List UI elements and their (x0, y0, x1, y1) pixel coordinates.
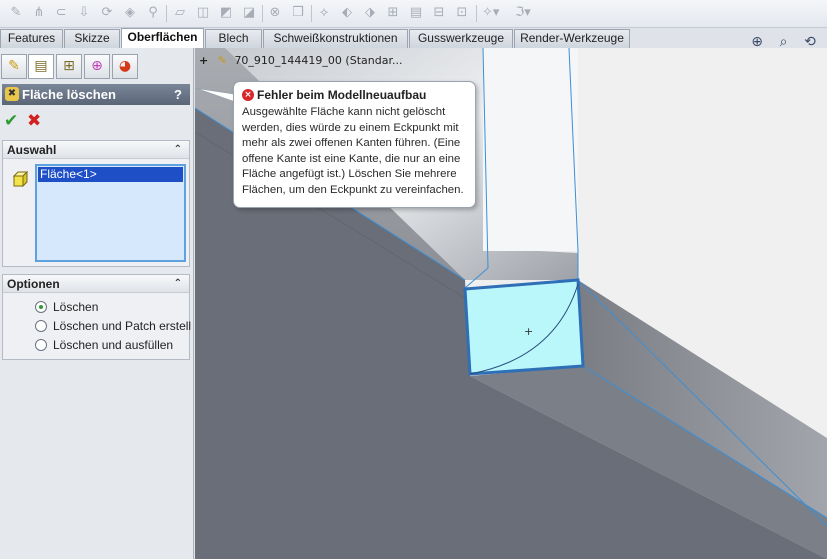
fill-icon[interactable]: ▤ (408, 5, 424, 21)
zoom-to-area-icon[interactable]: ⌕ (773, 34, 795, 50)
tab-oberflaechen[interactable]: Oberflächen (121, 28, 204, 48)
featuremanager-tab[interactable]: ✎ (1, 54, 27, 79)
collapse-icon[interactable]: ⌃ (174, 141, 182, 159)
tab-schweisskonstruktionen[interactable]: Schweißkonstruktionen (263, 29, 408, 48)
propertymanager-tab[interactable]: ▤ (28, 54, 54, 79)
error-line: Fläche angefügt ist.) Löschen Sie mehrer… (242, 168, 457, 181)
knit-icon[interactable]: ⚲ (145, 5, 161, 21)
help-button[interactable]: ? (174, 84, 182, 105)
options-group-title: Optionen (7, 277, 60, 291)
collapse-icon[interactable]: ⌃ (174, 275, 182, 293)
radio-label: Löschen und ausfüllen (53, 338, 174, 352)
revolve-icon[interactable]: ⟳ (99, 5, 115, 21)
surfaces-toolbar: ✎ ⋔ ⊂ ⇩ ⟳ ◈ ⚲ ▱ ◫ ◩ ◪ ⊗ ❒ ⟡ ⬖ ⬗ ⊞ ▤ ⊟ ⊡ … (0, 0, 827, 28)
radiate-icon[interactable]: ⊡ (454, 5, 470, 21)
mid-surface-icon[interactable]: ⊟ (431, 5, 447, 21)
delete-face-icon[interactable]: ❒ (290, 5, 306, 21)
dimxpert-icon: ⊕ (91, 58, 103, 74)
error-title: × Fehler beim Modellneuaufbau (242, 88, 467, 103)
radio-button[interactable] (35, 320, 47, 332)
radio-button[interactable] (35, 339, 47, 351)
display-manager-tab[interactable]: ◕ (112, 54, 138, 79)
replace-face-icon[interactable]: ⟡ (316, 5, 332, 21)
command-manager-tabs: Features Skizze Oberflächen Blech Schwei… (0, 28, 827, 48)
zoom-to-fit-icon[interactable]: ⊕ (746, 34, 768, 50)
extrude-icon[interactable]: ⇩ (76, 5, 92, 21)
thicken-icon[interactable]: ⊞ (385, 5, 401, 21)
options-group-header[interactable]: Optionen ⌃ (3, 275, 189, 293)
cancel-button[interactable]: ✖ (27, 112, 41, 130)
tab-gusswerkzeuge[interactable]: Gusswerkzeuge (409, 29, 513, 48)
face-selection-icon (12, 171, 28, 187)
list-item[interactable]: Fläche<1> (38, 167, 183, 182)
untrim-icon[interactable]: ⊗ (267, 5, 283, 21)
svg-text:+: + (524, 325, 533, 338)
error-tooltip: × Fehler beim Modellneuaufbau Ausgewählt… (233, 81, 476, 208)
tab-skizze[interactable]: Skizze (64, 29, 120, 48)
configurationmanager-tab[interactable]: ⊞ (56, 54, 82, 79)
featuremanager-icon: ✎ (8, 58, 20, 74)
move-face-icon[interactable]: ⬖ (339, 5, 355, 21)
selection-group-header[interactable]: Auswahl ⌃ (3, 141, 189, 159)
selection-group-title: Auswahl (7, 143, 57, 157)
ruled-surface-icon[interactable]: ◫ (195, 5, 211, 21)
tree-expand-icon[interactable]: + (199, 54, 208, 67)
property-manager-panel: ✎ ▤ ⊞ ⊕ ◕ ✖ Fläche löschen ? ✔ ✖ Auswahl… (0, 48, 194, 559)
model-tree-node[interactable]: + ✎ 70_910_144419_00 (Standar... (199, 54, 402, 67)
selection-group: Auswahl ⌃ Fläche<1> (2, 140, 190, 267)
error-title-text: Fehler beim Modellneuaufbau (257, 88, 427, 102)
delete-face-icon: ✖ (5, 87, 19, 101)
offset-surface-icon[interactable]: ▱ (172, 5, 188, 21)
options-group: Optionen ⌃ Löschen Löschen und Patch ers… (2, 274, 192, 360)
radio-label: Löschen (53, 300, 99, 314)
display-manager-icon: ◕ (118, 58, 132, 74)
loft-icon[interactable]: ⋔ (31, 5, 47, 21)
planar-surface-icon[interactable]: ◩ (218, 5, 234, 21)
part-name: 70_910_144419_00 (Standar... (234, 54, 403, 67)
radio-label: Löschen und Patch erstell (53, 319, 192, 333)
tooltip-pointer (195, 88, 235, 102)
extend-icon[interactable]: ⬗ (362, 5, 378, 21)
sweep-icon[interactable]: ⊂ (53, 5, 69, 21)
radio-button[interactable] (35, 301, 47, 313)
error-line: Ausgewählte Fläche kann nicht gelöscht (242, 106, 446, 118)
propertymanager-header: ✖ Fläche löschen ? (2, 84, 190, 105)
propertymanager-icon: ▤ (34, 58, 48, 74)
previous-view-icon[interactable]: ⟲ (799, 34, 821, 50)
dimxpert-tab[interactable]: ⊕ (84, 54, 110, 79)
reference-geometry-dropdown-icon[interactable]: ℑ▾ (515, 5, 531, 21)
ok-button[interactable]: ✔ (4, 112, 18, 130)
configurationmanager-icon: ⊞ (63, 58, 75, 74)
boundary-icon[interactable]: ◈ (122, 5, 138, 21)
error-line: mehr als zwei offenen Kanten führen. (Ei… (242, 137, 461, 150)
curves-dropdown-icon[interactable]: ✧▾ (482, 5, 499, 21)
trim-surface-icon[interactable]: ◪ (241, 5, 257, 21)
error-icon: × (242, 89, 254, 101)
tab-features[interactable]: Features (0, 29, 63, 48)
error-message: Ausgewählte Fläche kann nicht gelöscht w… (242, 105, 467, 199)
sketch-fillet-icon[interactable]: ✎ (8, 5, 24, 21)
view-tools: ⊕ ⌕ ⟲ (746, 34, 821, 50)
error-line: Flächen, um den Eckpunkt zu vereinfachen… (242, 183, 464, 196)
manager-tabs: ✎ ▤ ⊞ ⊕ ◕ (0, 54, 194, 80)
selected-faces-list[interactable]: Fläche<1> (35, 164, 186, 262)
error-line: werden, dies würde zu einem Eckpunkt mit (242, 121, 459, 134)
error-line: offene Kante ist eine Kante, die nur an … (242, 152, 461, 165)
tab-render-werkzeuge[interactable]: Render-Werkzeuge (514, 29, 630, 48)
tab-blech[interactable]: Blech (205, 29, 262, 48)
part-icon: ✎ (217, 54, 227, 67)
page-title: Fläche löschen (22, 87, 116, 102)
